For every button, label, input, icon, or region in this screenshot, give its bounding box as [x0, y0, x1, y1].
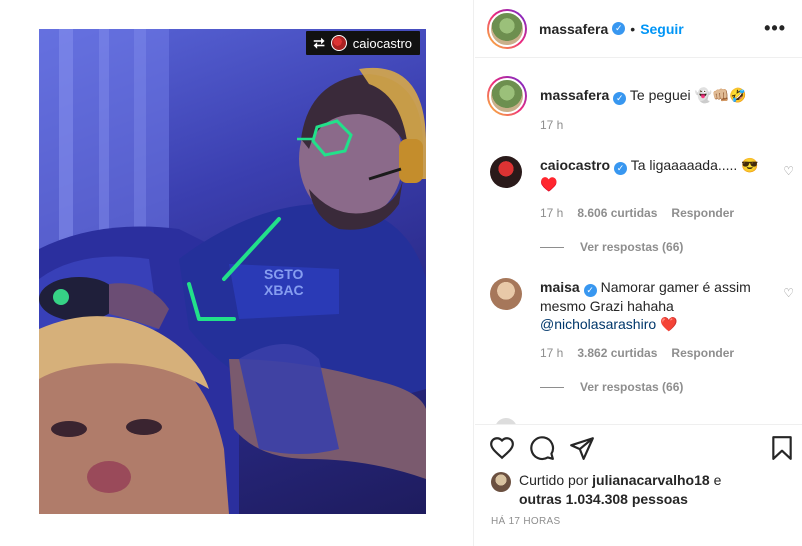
replies-line	[540, 386, 564, 388]
verified-icon: ✓	[583, 283, 597, 297]
comment-meta: 17 h 3.862 curtidas Responder	[540, 346, 734, 360]
more-options-icon[interactable]: •••	[764, 18, 786, 39]
liker-avatar[interactable]	[491, 472, 511, 492]
svg-text:XBAC: XBAC	[264, 282, 304, 298]
media-panel: SGTO XBAC ⮂ caiocastro	[0, 0, 474, 546]
comment-like-icon[interactable]: ♡	[783, 164, 794, 178]
verified-icon: ✓	[612, 22, 626, 35]
comment-time: 17 h	[540, 346, 564, 360]
comment-item: caiocastro ✓ Ta ligaaaaada..... 😎 ♥️ ♡ 17…	[490, 156, 794, 266]
caption-avatar[interactable]	[487, 76, 527, 116]
view-replies[interactable]: Ver respostas (66)	[540, 240, 683, 254]
commenter-avatar[interactable]	[490, 156, 522, 188]
likes-prefix: Curtido por	[519, 472, 589, 488]
action-bar: Curtido por julianacarvalho18 e outras 1…	[475, 424, 802, 546]
comment-username[interactable]: caiocastro	[540, 157, 610, 173]
caption-time: 17 h	[540, 118, 564, 132]
caption-meta: 17 h	[540, 118, 563, 132]
author-username[interactable]: massafera	[539, 21, 608, 37]
comment-likes[interactable]: 8.606 curtidas	[577, 206, 657, 220]
bookmark-icon[interactable]	[769, 435, 795, 461]
reply-button[interactable]: Responder	[671, 346, 734, 360]
view-replies-label: Ver respostas (66)	[580, 380, 684, 394]
comment-body: caiocastro ✓ Ta ligaaaaada..... 😎 ♥️	[540, 156, 780, 193]
post-header: massafera ✓ • Seguir •••	[475, 0, 802, 58]
comment-likes[interactable]: 3.862 curtidas	[577, 346, 657, 360]
likes-summary: Curtido por julianacarvalho18 e outras 1…	[491, 471, 721, 509]
view-replies[interactable]: Ver respostas (66)	[540, 380, 683, 394]
repost-icon: ⮂	[313, 34, 325, 51]
author-avatar[interactable]	[487, 8, 527, 49]
comment-meta: 17 h 8.606 curtidas Responder	[540, 206, 734, 220]
caption: massafera ✓ Te peguei 👻👊🏼🤣 17 h	[487, 76, 790, 140]
verified-icon: ✓	[614, 161, 628, 175]
caption-body: massafera ✓ Te peguei 👻👊🏼🤣	[540, 86, 780, 105]
comment-time: 17 h	[540, 206, 564, 220]
comment-like-icon[interactable]: ♡	[783, 286, 794, 300]
svg-text:SGTO: SGTO	[264, 266, 304, 282]
view-replies-label: Ver respostas (66)	[580, 240, 684, 254]
post-side-panel: massafera ✓ • Seguir ••• massafera ✓ Te p…	[475, 0, 802, 546]
comment-icon[interactable]	[529, 435, 555, 461]
repost-username: caiocastro	[352, 35, 412, 51]
repost-avatar	[330, 35, 347, 51]
verified-icon: ✓	[613, 91, 627, 105]
photo-illustration: SGTO XBAC	[39, 29, 426, 514]
commenter-avatar[interactable]	[490, 278, 522, 310]
comment-text: Ta ligaaaaada..... 😎	[630, 157, 759, 173]
replies-line	[540, 246, 564, 248]
comments-list[interactable]: massafera ✓ Te peguei 👻👊🏼🤣 17 h caiocastr…	[475, 58, 802, 424]
comment-username[interactable]: maisa	[540, 279, 580, 295]
likes-others[interactable]: outras 1.034.308 pessoas	[519, 491, 688, 507]
separator-dot: •	[630, 20, 636, 37]
post-timestamp[interactable]: HÁ 17 HORAS	[491, 516, 560, 527]
caption-text: Te peguei 👻👊🏼🤣	[629, 87, 747, 103]
comment-mention[interactable]: @nicholasarashiro	[540, 316, 656, 332]
likes-conj: e	[713, 472, 722, 488]
comment-emoji: ❤️	[660, 315, 678, 332]
comment-text-line2: ♥️	[540, 175, 558, 192]
share-icon[interactable]	[569, 435, 595, 461]
post-photo[interactable]: SGTO XBAC ⮂ caiocastro	[39, 29, 426, 514]
liker-username[interactable]: julianacarvalho18	[592, 472, 710, 488]
caption-username[interactable]: massafera	[540, 87, 609, 103]
follow-button[interactable]: Seguir	[640, 21, 684, 37]
likes-text: Curtido por julianacarvalho18 e outras 1…	[519, 471, 721, 509]
comment-item: maisa ✓ Namorar gamer é assim mesmo Grazi…	[490, 278, 794, 408]
comment-body: maisa ✓ Namorar gamer é assim mesmo Grazi…	[540, 278, 780, 333]
repost-tag[interactable]: ⮂ caiocastro	[305, 31, 420, 55]
reply-button[interactable]: Responder	[671, 206, 734, 220]
heart-icon[interactable]	[489, 435, 515, 461]
